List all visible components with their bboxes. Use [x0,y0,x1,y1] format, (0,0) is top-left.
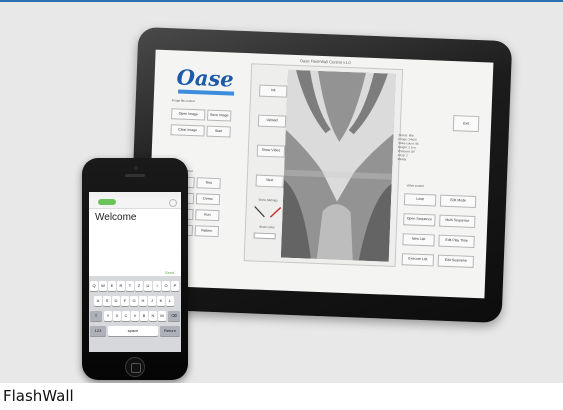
run-button[interactable]: Run [195,209,220,222]
key[interactable]: A [94,296,102,306]
oase-logo: Oase [176,64,235,92]
pattern-button[interactable]: Pattern [194,225,219,238]
start-button[interactable]: Start [206,125,231,138]
flashwall-image-preview [280,69,396,262]
phone-screen: Welcome Send Q W E R T Z U I O P A S D F… [89,192,181,352]
new-list-button[interactable]: New List [402,233,435,247]
info-icon[interactable] [169,199,177,207]
key[interactable]: T [126,281,134,291]
loop-button[interactable]: Loop [403,193,437,207]
test-button[interactable]: Test [196,177,221,190]
waterfall-pattern-image [280,69,396,262]
key[interactable]: N [149,311,157,321]
numbers-key[interactable]: 123 [90,326,106,336]
key[interactable]: W [99,281,107,291]
save-image-button[interactable]: Save Image [207,109,232,122]
multi-sequence-button[interactable]: Multi Sequence [439,214,476,228]
key[interactable]: R [117,281,125,291]
show-color-label: Show Color [259,224,275,230]
key[interactable]: P [171,281,179,291]
upload-button[interactable]: Upload [257,114,287,128]
eraser-tool-icon[interactable] [269,206,282,218]
key[interactable]: D [112,296,120,306]
show-settings-label: Show Settings [258,197,278,203]
key[interactable]: U [144,281,152,291]
figure-caption: FlashWall [3,387,74,405]
clear-image-button[interactable]: Clear Image [170,124,205,137]
demo-button[interactable]: Demo [195,193,221,206]
keyboard-row-2: A S D F G H J K L [89,295,181,307]
draw-tools[interactable] [252,204,285,219]
key[interactable]: X [113,311,121,321]
key[interactable]: E [108,281,116,291]
back-button[interactable] [98,199,116,205]
label-image-control: Image file control [171,98,195,104]
key[interactable]: Y [104,311,112,321]
next-button[interactable]: Next [255,174,284,188]
keyboard-row-1: Q W E R T Z U I O P [89,280,181,292]
front-camera [134,166,138,170]
key[interactable]: V [131,311,139,321]
home-button[interactable] [125,357,145,377]
key[interactable]: B [140,311,148,321]
shift-key[interactable]: ⇧ [90,311,102,321]
label-valve-control: Valve control [406,183,424,188]
edit-play-time-button[interactable]: Edit Play Time [438,234,475,248]
return-key[interactable]: Return [160,326,180,336]
welcome-heading: Welcome [95,212,137,223]
key[interactable]: G [130,296,138,306]
phone-device: Welcome Send Q W E R T Z U I O P A S D F… [82,158,188,380]
tablet-screen: Oase FlashWall Control v1.0 Oase Image f… [146,49,494,299]
edit-seqname-button[interactable]: Edit Seqname [437,254,475,268]
key[interactable]: I [153,281,161,291]
key[interactable]: F [121,296,129,306]
status-text: Status: Idle Image: 24x24 Valve count: 9… [398,133,459,163]
key[interactable]: Z [135,281,143,291]
init-button[interactable]: Init [258,84,288,98]
key[interactable]: H [139,296,147,306]
show-video-button[interactable]: Show Video [256,144,286,158]
key[interactable]: O [162,281,170,291]
key[interactable]: Q [90,281,98,291]
key[interactable]: C [122,311,130,321]
keyboard-row-3: ⇧ Y X C V B N M ⌫ [89,310,181,322]
key[interactable]: K [157,296,165,306]
top-divider [0,0,563,2]
exit-button[interactable]: Exit [452,115,480,133]
open-image-button[interactable]: Open Image [171,108,206,121]
edit-mode-button[interactable]: Edit Mode [439,194,477,209]
open-sequence-button[interactable]: Open Sequence [403,213,436,227]
phone-speaker [125,174,145,177]
space-key[interactable]: space [108,326,158,336]
key[interactable]: J [148,296,156,306]
control-panel: Init Upload Show Video Next Show Setting… [243,63,404,267]
key[interactable]: S [103,296,111,306]
key[interactable]: M [158,311,166,321]
on-screen-keyboard: Q W E R T Z U I O P A S D F G H J K L ⇧ … [89,276,181,352]
pen-tool-icon[interactable] [254,206,265,218]
caption-bar [0,383,563,410]
key[interactable]: L [166,296,174,306]
send-button[interactable]: Send [165,270,174,275]
backspace-key[interactable]: ⌫ [168,311,180,321]
logo-underline [178,89,235,96]
keyboard-row-4: 123 space Return [89,325,181,337]
nav-bar [89,197,181,209]
color-slider[interactable] [253,232,276,240]
execute-list-button[interactable]: Execute List [401,253,435,267]
